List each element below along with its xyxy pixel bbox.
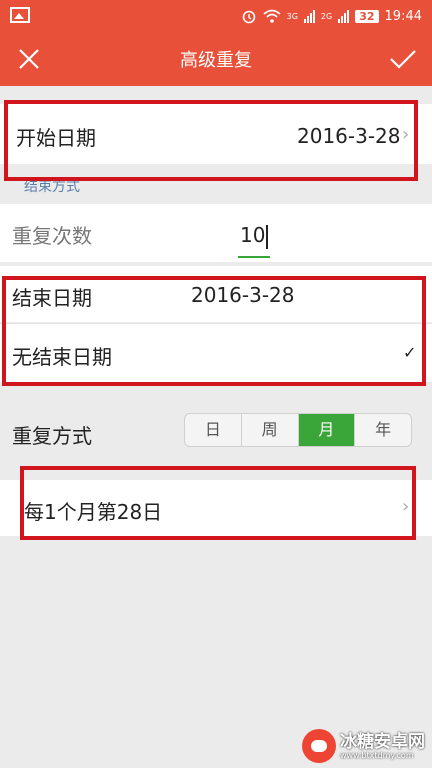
status-bar: 3G 2G 32 19:44 [0,0,432,32]
network-2g-label: 2G [320,11,333,21]
watermark-url: www.btxtdmy.com [340,750,414,760]
signal-icon [303,9,315,23]
repeat-count-input[interactable]: 10 [240,223,269,249]
repeat-count-row: 重复次数 10 [0,204,432,262]
highlight-start-date [4,100,418,181]
alarm-icon [242,10,255,24]
status-icons: 3G 2G 32 19:44 [241,6,422,26]
repeat-mode-year[interactable]: 年 [355,414,411,446]
repeat-mode-selector: 日 周 月 年 [184,413,412,447]
signal-icon-2 [338,9,350,23]
network-3g-label: 3G [286,11,298,21]
watermark-text: 冰糖安卓网 [340,731,425,752]
highlight-repeat-rule [20,466,416,540]
watermark: 冰糖安卓网 www.btxtdmy.com [302,728,426,764]
status-time: 19:44 [384,8,422,24]
repeat-count-value: 10 [240,223,266,247]
app-bar: 高级重复 [0,32,432,86]
page-title: 高级重复 [180,50,252,71]
input-underline [238,256,270,258]
repeat-count-label: 重复次数 [12,224,92,248]
repeat-mode-day[interactable]: 日 [185,414,242,446]
gallery-icon [10,7,30,23]
text-cursor [266,224,269,249]
watermark-logo-icon [302,729,336,763]
highlight-end-options [2,276,426,386]
repeat-mode-week[interactable]: 周 [242,414,299,446]
confirm-check-icon[interactable] [388,44,418,74]
repeat-mode-label: 重复方式 [12,424,92,448]
wifi-icon [263,9,281,23]
repeat-mode-month[interactable]: 月 [298,414,356,446]
battery-indicator: 32 [355,9,379,23]
